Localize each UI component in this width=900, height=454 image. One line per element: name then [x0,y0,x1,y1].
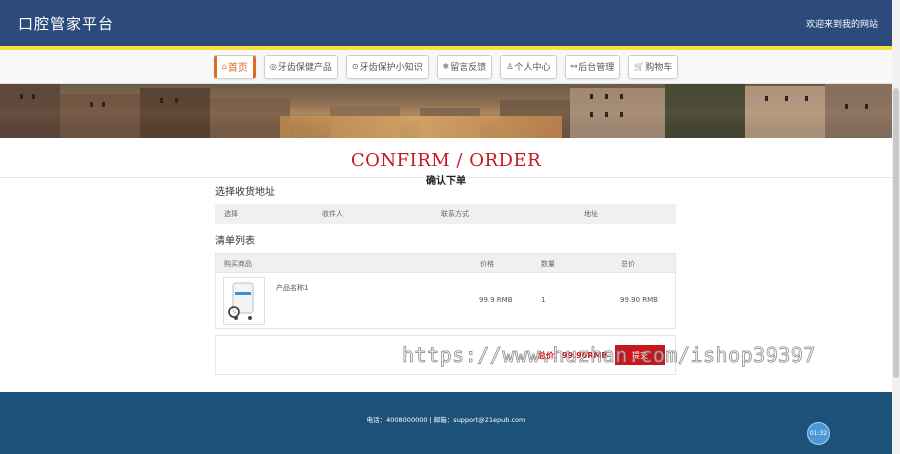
nav-label: 牙齿保护小知识 [359,63,423,73]
product-total: 99.90 RMB [620,296,658,304]
nav-home[interactable]: ⌂ 首页 [213,54,256,79]
feedback-icon: ❄ [442,62,450,71]
nav-label: 留言反馈 [450,63,487,73]
nav-label: 后台管理 [578,63,615,73]
order-col-price: 价格 [480,260,494,268]
order-col-qty: 数量 [541,260,555,268]
nav-label: 个人中心 [514,63,551,73]
main-nav: ⌂ 首页 ◎ 牙齿保健产品 ⊙ 牙齿保护小知识 ❄ 留言反馈 ♙ 个人中心 ⚯ 后台管理 🛒… [0,50,892,84]
link-icon: ⚯ [570,62,578,71]
watermark-text: https://www.huzhan.com/ishop39397 [402,343,816,368]
order-section-title: 清单列表 [215,236,255,247]
knowledge-icon: ⊙ [351,62,359,71]
address-col-recipient: 收件人 [322,210,343,218]
scrollbar-thumb[interactable] [893,88,899,378]
top-header: 口腔管家平台 欢迎来到我的网站 [0,0,892,46]
product-qty: 1 [541,296,546,304]
nav-cart[interactable]: 🛒 购物车 [628,54,679,79]
order-col-total: 总价 [621,260,635,268]
site-brand[interactable]: 口腔管家平台 [18,13,114,34]
nav-products[interactable]: ◎ 牙齿保健产品 [263,54,338,79]
cart-icon: 🛒 [634,62,645,71]
city-banner-image [0,84,892,138]
footer-contact: 电话：4008000000 | 邮箱：support@21epub.com [366,416,526,424]
welcome-text: 欢迎来到我的网站 [805,20,878,30]
chat-float-button[interactable]: 01:32 [807,422,830,445]
nav-knowledge[interactable]: ⊙ 牙齿保护小知识 [345,54,429,79]
address-section-title: 选择收货地址 [215,187,275,198]
page-title-en: CONFIRM / ORDER [350,150,542,171]
order-col-product: 购买商品 [224,260,252,268]
order-table-header: 购买商品 价格 数量 总价 [215,253,676,272]
product-name[interactable]: 产品名称1 [276,283,308,293]
home-icon: ⌂ [221,62,227,71]
nav-feedback[interactable]: ❄ 留言反馈 [436,54,493,79]
page: 口腔管家平台 欢迎来到我的网站 ⌂ 首页 ◎ 牙齿保健产品 ⊙ 牙齿保护小知识 ❄ 留言… [0,0,892,454]
nav-label: 牙齿保健产品 [277,63,332,73]
nav-label: 购物车 [645,63,673,73]
address-col-select: 选择 [224,210,238,218]
product-image[interactable] [223,277,265,325]
address-table-header: 选择 收件人 联系方式 地址 [215,204,676,224]
table-row: 产品名称1 99.9 RMB 1 99.90 RMB [215,272,676,329]
nav-user-center[interactable]: ♙ 个人中心 [500,54,557,79]
address-col-contact: 联系方式 [441,210,469,218]
nav-label: 首页 [227,63,248,74]
page-title-area: CONFIRM / ORDER 确认下单 [0,138,892,187]
user-icon: ♙ [506,62,514,71]
vertical-scrollbar[interactable] [892,0,900,454]
product-price: 99.9 RMB [479,296,513,304]
order-content: 选择收货地址 选择 收件人 联系方式 地址 清单列表 购买商品 价格 数量 总价 [215,183,676,375]
nav-admin[interactable]: ⚯ 后台管理 [564,54,621,79]
product-icon: ◎ [269,62,277,71]
address-col-address: 地址 [584,210,598,218]
footer: 电话：4008000000 | 邮箱：support@21epub.com [0,392,892,454]
